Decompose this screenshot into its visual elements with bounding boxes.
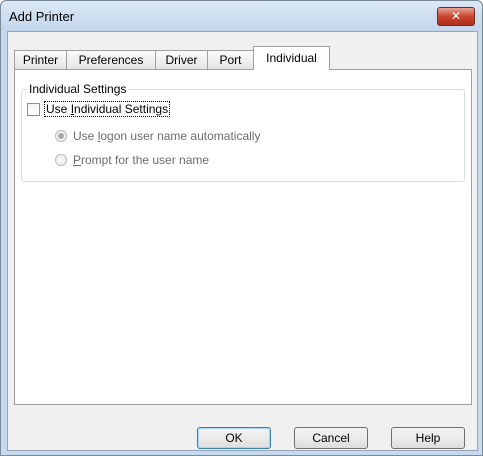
use-individual-settings-checkbox[interactable]: Use Individual Settings <box>27 101 171 117</box>
group-title: Individual Settings <box>27 82 129 96</box>
close-icon: ✕ <box>450 9 462 23</box>
checkbox-label: Use Individual Settings <box>44 101 171 117</box>
individual-settings-group: Individual Settings Use Individual Setti… <box>21 82 465 182</box>
tab-label: Port <box>219 53 242 67</box>
tab-individual[interactable]: Individual <box>253 46 330 70</box>
help-button[interactable]: Help <box>391 427 465 449</box>
ok-button[interactable]: OK <box>197 427 271 449</box>
use-logon-name-radio[interactable]: Use logon user name automatically <box>55 128 260 144</box>
cancel-button[interactable]: Cancel <box>294 427 368 449</box>
tab-label: Driver <box>165 53 198 67</box>
radio-label: Use logon user name automatically <box>73 129 261 143</box>
tab-driver[interactable]: Driver <box>155 50 208 69</box>
window-title: Add Printer <box>9 9 75 24</box>
title-bar[interactable]: Add Printer ✕ <box>1 1 482 31</box>
radio-label: Prompt for the user name <box>73 153 210 167</box>
tab-label: Individual <box>266 51 317 65</box>
dialog-client-area: Printer Preferences Driver Port Individu… <box>7 31 478 451</box>
radio-button[interactable] <box>55 130 67 142</box>
tab-label: Preferences <box>78 53 144 67</box>
tab-port[interactable]: Port <box>207 50 254 69</box>
add-printer-dialog: Add Printer ✕ Printer Preferences Driver… <box>0 0 483 456</box>
radio-button[interactable] <box>55 154 67 166</box>
tab-label: Printer <box>22 53 59 67</box>
checkbox-box[interactable] <box>27 102 40 116</box>
tab-printer[interactable]: Printer <box>14 50 67 69</box>
prompt-user-name-radio[interactable]: Prompt for the user name <box>55 152 209 168</box>
tab-panel-individual: Individual Settings Use Individual Setti… <box>14 69 472 405</box>
close-button[interactable]: ✕ <box>437 7 475 26</box>
tab-preferences[interactable]: Preferences <box>66 50 156 69</box>
